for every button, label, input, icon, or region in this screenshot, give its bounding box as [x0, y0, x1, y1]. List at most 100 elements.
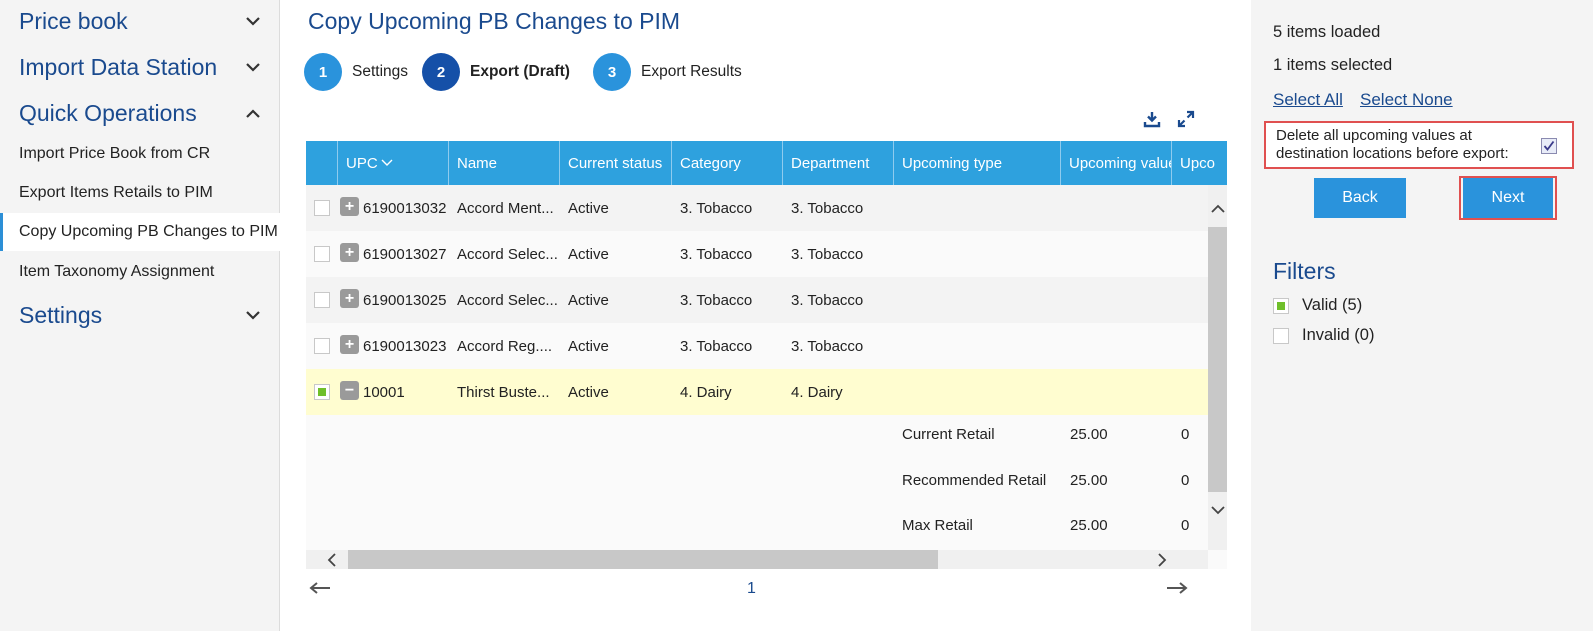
column-header-upcoming-value[interactable]: Upcoming value — [1061, 141, 1172, 185]
nav-group-price-book[interactable]: Price book — [19, 8, 261, 35]
delete-upcoming-checkbox[interactable] — [1541, 138, 1557, 154]
column-header-label: UPC — [346, 154, 378, 172]
page-number[interactable]: 1 — [747, 580, 756, 598]
sort-chevron-down-icon — [381, 159, 393, 167]
horizontal-scroll-thumb[interactable] — [348, 550, 938, 569]
filter-checkbox[interactable] — [1273, 297, 1289, 314]
row-checkbox[interactable] — [314, 384, 330, 400]
detail-upcoming-value: 25.00 — [1070, 517, 1108, 534]
chevron-down-icon — [245, 308, 261, 324]
step-label: Export (Draft) — [470, 63, 570, 80]
arrow-left-icon[interactable] — [308, 578, 332, 598]
table-row[interactable]: + 6190013025 Accord Selec... Active 3. T… — [306, 277, 1208, 323]
expand-row-icon[interactable]: + — [340, 289, 359, 308]
nav-group-quick-operations[interactable]: Quick Operations — [19, 100, 261, 127]
table-row[interactable]: + 6190013032 Accord Ment... Active 3. To… — [306, 185, 1208, 231]
column-header-category[interactable]: Category — [672, 141, 783, 185]
sidebar-item-label: Copy Upcoming PB Changes to PIM — [19, 223, 278, 240]
cell-category: 3. Tobacco — [680, 337, 753, 355]
table-row[interactable]: + 6190013027 Accord Selec... Active 3. T… — [306, 231, 1208, 277]
cell-name: Accord Selec... — [457, 291, 558, 309]
step-label: Settings — [352, 63, 409, 80]
detail-upcoming-value: 25.00 — [1070, 426, 1108, 443]
cell-upc: 6190013027 — [363, 245, 447, 263]
cell-department: 3. Tobacco — [791, 245, 864, 263]
column-header-department[interactable]: Department — [783, 141, 894, 185]
column-header-label: Upcoming type — [902, 154, 1003, 172]
horizontal-scrollbar[interactable] — [306, 550, 1208, 569]
cell-status: Active — [568, 291, 609, 309]
cell-upc: 6190013025 — [363, 291, 447, 309]
expand-row-icon[interactable]: + — [340, 335, 359, 354]
column-header-current-status[interactable]: Current status — [560, 141, 672, 185]
expand-row-icon[interactable]: + — [340, 243, 359, 262]
nav-group-settings[interactable]: Settings — [19, 302, 261, 329]
column-header-label: Department — [791, 154, 870, 172]
download-icon[interactable] — [1141, 108, 1163, 130]
filter-invalid[interactable]: Invalid (0) — [1273, 326, 1374, 345]
cell-name: Accord Ment... — [457, 199, 554, 217]
cell-status: Active — [568, 383, 609, 401]
items-selected-text: 1 items selected — [1273, 56, 1393, 74]
select-all-link[interactable]: Select All — [1273, 90, 1343, 110]
vertical-scrollbar[interactable] — [1208, 185, 1227, 550]
scroll-left-icon[interactable] — [322, 550, 341, 569]
next-button[interactable]: Next — [1463, 178, 1553, 218]
sidebar-item-export-items-retails[interactable]: Export Items Retails to PIM — [0, 174, 280, 212]
collapse-row-icon[interactable]: − — [340, 381, 359, 400]
step-number: 3 — [593, 53, 631, 91]
row-checkbox[interactable] — [314, 200, 330, 216]
right-panel: 5 items loaded 1 items selected Select A… — [1251, 0, 1593, 631]
cell-category: 4. Dairy — [680, 383, 732, 401]
row-checkbox[interactable] — [314, 292, 330, 308]
grid-header: UPC Name Current status Category Departm… — [306, 141, 1227, 185]
column-header-upcoming-extra[interactable]: Upco — [1172, 141, 1227, 185]
chevron-down-icon — [245, 60, 261, 76]
step-export-results[interactable]: 3 Export Results — [593, 53, 742, 91]
scroll-down-icon[interactable] — [1208, 501, 1227, 520]
column-header-upcoming-type[interactable]: Upcoming type — [894, 141, 1061, 185]
table-row-selected[interactable]: − 10001 Thirst Buste... Active 4. Dairy … — [306, 369, 1208, 415]
cell-upc: 10001 — [363, 383, 405, 401]
cell-status: Active — [568, 245, 609, 263]
page-title: Copy Upcoming PB Changes to PIM — [308, 8, 681, 34]
step-settings[interactable]: 1 Settings — [304, 53, 408, 91]
row-checkbox[interactable] — [314, 338, 330, 354]
column-header-label: Category — [680, 154, 741, 172]
nav-group-label: Settings — [19, 302, 103, 328]
row-checkbox[interactable] — [314, 246, 330, 262]
cell-name: Thirst Buste... — [457, 383, 550, 401]
cell-department: 3. Tobacco — [791, 199, 864, 217]
column-header-select[interactable] — [306, 141, 338, 185]
detail-upcoming-value: 25.00 — [1070, 472, 1108, 489]
cell-category: 3. Tobacco — [680, 199, 753, 217]
expand-icon[interactable] — [1175, 108, 1197, 130]
delete-upcoming-option: Delete all upcoming values at destinatio… — [1264, 121, 1574, 169]
scroll-right-icon[interactable] — [1153, 550, 1172, 569]
cell-upc: 6190013032 — [363, 199, 447, 217]
arrow-right-icon[interactable] — [1165, 578, 1189, 598]
select-none-link[interactable]: Select None — [1360, 90, 1453, 110]
column-header-name[interactable]: Name — [449, 141, 560, 185]
table-row[interactable]: + 6190013023 Accord Reg.... Active 3. To… — [306, 323, 1208, 369]
nav-group-import-data-station[interactable]: Import Data Station — [19, 54, 261, 81]
vertical-scroll-thumb[interactable] — [1208, 227, 1227, 492]
step-export-draft[interactable]: 2 Export (Draft) — [422, 53, 570, 91]
sidebar-item-item-taxonomy[interactable]: Item Taxonomy Assignment — [0, 253, 280, 291]
column-header-upc[interactable]: UPC — [338, 141, 449, 185]
cell-name: Accord Selec... — [457, 245, 558, 263]
expand-row-icon[interactable]: + — [340, 197, 359, 216]
scroll-up-icon[interactable] — [1208, 199, 1227, 218]
filter-checkbox[interactable] — [1273, 327, 1289, 344]
cell-department: 3. Tobacco — [791, 337, 864, 355]
sidebar-item-copy-upcoming-pb[interactable]: Copy Upcoming PB Changes to PIM — [0, 213, 280, 251]
detail-upcoming-extra: 0 — [1181, 426, 1190, 443]
data-grid: UPC Name Current status Category Departm… — [306, 141, 1227, 569]
cell-category: 3. Tobacco — [680, 245, 753, 263]
nav-group-label: Quick Operations — [19, 100, 197, 126]
cell-name: Accord Reg.... — [457, 337, 553, 355]
back-button[interactable]: Back — [1314, 178, 1406, 218]
filter-valid[interactable]: Valid (5) — [1273, 296, 1362, 315]
sidebar-item-import-price-book[interactable]: Import Price Book from CR — [0, 135, 280, 173]
cell-category: 3. Tobacco — [680, 291, 753, 309]
